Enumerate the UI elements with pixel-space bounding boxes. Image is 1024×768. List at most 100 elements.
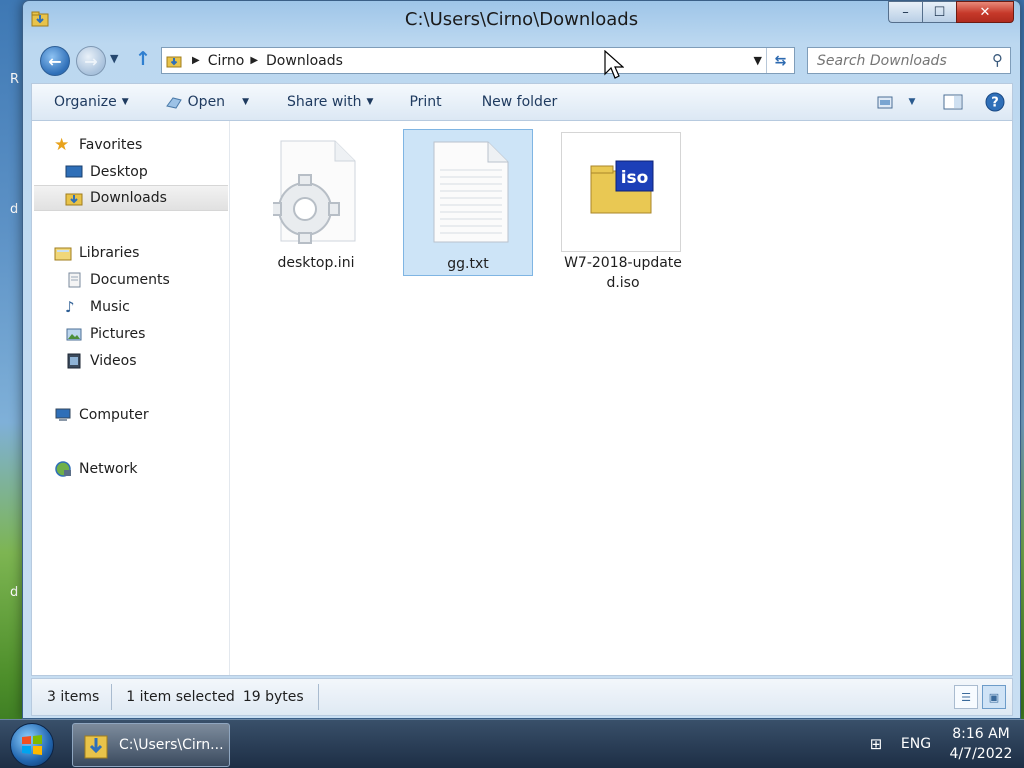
- view-options-icon[interactable]: [868, 84, 902, 120]
- view-chevron-down-icon[interactable]: ▼: [902, 84, 922, 120]
- language-indicator[interactable]: ENG: [894, 736, 938, 752]
- new-folder-button[interactable]: New folder: [454, 94, 570, 110]
- sidebar-item-label: Computer: [79, 407, 149, 423]
- taskbar-explorer-button[interactable]: C:\Users\Cirn...: [72, 723, 230, 767]
- address-history-chevron-icon[interactable]: ▼: [754, 54, 762, 67]
- search-icon[interactable]: ⚲: [992, 51, 1003, 69]
- file-list: desktop.ini gg.txt iso W7-2018-update d.…: [231, 121, 1012, 675]
- file-name-line: W7-2018-update: [564, 255, 682, 271]
- print-button[interactable]: Print: [385, 94, 453, 110]
- file-name: desktop.ini: [277, 255, 355, 271]
- taskbar: C:\Users\Cirn... ⊞ ENG 8:16 AM 4/7/2022: [0, 719, 1024, 768]
- breadcrumb-downloads[interactable]: Downloads: [266, 53, 343, 69]
- status-selection: 1 item selected 19 bytes: [112, 684, 319, 710]
- large-icons-view-icon[interactable]: ▣: [982, 685, 1006, 709]
- navigation-pane: ★ Favorites Desktop Downloads Libraries …: [32, 121, 230, 675]
- help-icon[interactable]: ?: [978, 84, 1012, 120]
- open-button[interactable]: Open ▼: [141, 94, 261, 110]
- organize-button[interactable]: Organize ▼: [32, 94, 141, 110]
- sidebar-item-label: Network: [79, 461, 138, 477]
- chevron-down-icon: ▼: [242, 97, 249, 107]
- sidebar-item-label: Pictures: [90, 326, 146, 342]
- sidebar-item-documents[interactable]: Documents: [65, 267, 170, 293]
- desktop-icon-label-d1: d: [10, 202, 19, 217]
- svg-text:iso: iso: [621, 168, 649, 188]
- libraries-icon: [54, 247, 72, 261]
- status-size: 19 bytes: [242, 689, 304, 705]
- iso-thumbnail: iso: [561, 132, 681, 252]
- network-icon: [55, 461, 71, 477]
- maximize-button[interactable]: ☐: [922, 1, 956, 23]
- sidebar-item-label: Videos: [90, 353, 137, 369]
- file-item-gg-txt[interactable]: gg.txt: [403, 129, 533, 276]
- back-button[interactable]: ←: [40, 46, 70, 76]
- sidebar-item-favorites[interactable]: ★ Favorites: [54, 132, 142, 158]
- recent-pages-chevron-icon[interactable]: ▼: [110, 52, 118, 65]
- sidebar-item-desktop[interactable]: Desktop: [65, 159, 148, 185]
- refresh-icon[interactable]: ⇆: [766, 48, 794, 73]
- file-name: W7-2018-update d.iso: [558, 253, 688, 293]
- sidebar-item-downloads[interactable]: Downloads: [34, 185, 228, 211]
- sidebar-item-videos[interactable]: Videos: [65, 348, 137, 374]
- music-icon: ♪: [65, 298, 75, 316]
- svg-text:?: ?: [991, 96, 999, 111]
- desktop-icon-label-d2: d: [10, 585, 19, 600]
- preview-pane-icon[interactable]: [936, 84, 970, 120]
- details-view-icon[interactable]: ☰: [954, 685, 978, 709]
- sidebar-item-label: Desktop: [90, 164, 148, 180]
- up-button[interactable]: ↑: [135, 48, 151, 70]
- taskbar-button-label: C:\Users\Cirn...: [119, 737, 224, 753]
- caption-buttons: – ☐ ✕: [888, 1, 1014, 23]
- text-file-icon: [433, 141, 509, 243]
- videos-icon: [67, 353, 81, 369]
- chevron-down-icon: ▼: [366, 97, 374, 107]
- search-input[interactable]: [817, 52, 977, 69]
- chevron-down-icon: ▼: [121, 97, 129, 107]
- address-bar[interactable]: ▶ Cirno ▶ Downloads ▼ ⇆: [161, 47, 795, 74]
- file-name: gg.txt: [447, 256, 489, 272]
- open-label: Open: [187, 94, 226, 110]
- explorer-window: C:\Users\Cirno\Downloads – ☐ ✕ ← → ▼ ↑ ▶…: [22, 0, 1021, 719]
- command-bar: Organize ▼ Open ▼ Share with ▼ Print New…: [31, 83, 1013, 121]
- star-icon: ★: [54, 135, 70, 155]
- minimize-button[interactable]: –: [888, 1, 922, 23]
- close-button[interactable]: ✕: [956, 1, 1014, 23]
- breadcrumb-arrow-icon[interactable]: ▶: [250, 55, 258, 66]
- pictures-icon: [66, 328, 82, 341]
- desktop-icon-label-r: R: [10, 72, 20, 87]
- file-item-desktop-ini[interactable]: desktop.ini: [251, 129, 381, 275]
- folder-download-icon: [84, 735, 108, 759]
- network-status-icon[interactable]: ⊞: [858, 735, 894, 753]
- content-area: ★ Favorites Desktop Downloads Libraries …: [31, 121, 1013, 676]
- sidebar-item-label: Favorites: [79, 137, 143, 153]
- sidebar-item-computer[interactable]: Computer: [54, 402, 149, 428]
- status-item-count: 3 items: [32, 684, 113, 710]
- breadcrumb-cirno[interactable]: Cirno: [208, 53, 245, 69]
- clock-date: 4/7/2022: [949, 746, 1013, 762]
- file-name-line: d.iso: [606, 275, 640, 291]
- forward-button[interactable]: →: [76, 46, 106, 76]
- sidebar-item-libraries[interactable]: Libraries: [54, 240, 139, 266]
- sidebar-item-label: Music: [90, 299, 130, 315]
- share-with-label: Share with: [286, 94, 362, 110]
- iso-file-icon: iso: [590, 160, 654, 214]
- settings-file-icon: [273, 140, 356, 244]
- title-bar[interactable]: C:\Users\Cirno\Downloads – ☐ ✕: [23, 1, 1020, 39]
- sidebar-item-music[interactable]: ♪ Music: [65, 294, 130, 320]
- sidebar-item-label: Libraries: [79, 245, 140, 261]
- system-tray: ⊞ ENG 8:16 AM 4/7/2022: [858, 720, 1024, 768]
- status-selected-count: 1 item selected: [126, 689, 235, 705]
- file-item-w7-iso[interactable]: iso W7-2018-update d.iso: [558, 129, 688, 294]
- start-button[interactable]: [10, 723, 54, 767]
- share-with-button[interactable]: Share with ▼: [261, 94, 385, 110]
- sidebar-item-pictures[interactable]: Pictures: [65, 321, 145, 347]
- clock[interactable]: 8:16 AM 4/7/2022: [938, 724, 1024, 764]
- breadcrumb-arrow-icon[interactable]: ▶: [192, 55, 200, 66]
- downloads-folder-icon: [65, 193, 83, 206]
- search-box[interactable]: ⚲: [807, 47, 1011, 74]
- sidebar-item-label: Downloads: [90, 190, 167, 206]
- folder-icon: [162, 48, 186, 73]
- view-switcher: ☰ ▣: [954, 685, 1006, 709]
- sidebar-item-network[interactable]: Network: [54, 456, 137, 482]
- mouse-pointer-icon: [604, 50, 624, 79]
